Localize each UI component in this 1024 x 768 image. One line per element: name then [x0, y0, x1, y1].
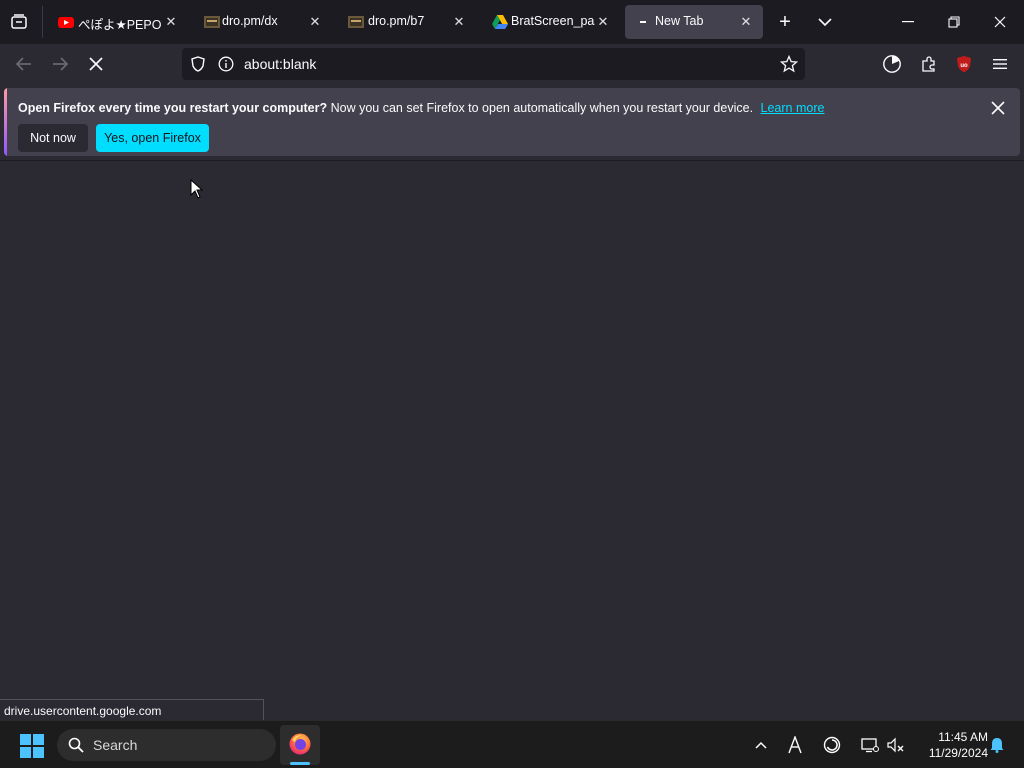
- firefox-view-icon[interactable]: [8, 11, 30, 33]
- taskbar-search-box[interactable]: Search: [57, 729, 276, 761]
- link-status-panel: drive.usercontent.google.com: [0, 699, 264, 721]
- close-window-icon[interactable]: [990, 12, 1010, 32]
- tab-label: dro.pm/b7: [368, 14, 425, 28]
- bookmark-star-icon[interactable]: [779, 54, 799, 74]
- not-now-button[interactable]: Not now: [18, 124, 88, 152]
- youtube-icon: [58, 14, 74, 30]
- infobar-message: Open Firefox every time you restart your…: [18, 101, 824, 115]
- page-content[interactable]: [0, 160, 1024, 720]
- minimize-icon[interactable]: [898, 12, 918, 32]
- forward-arrow-icon[interactable]: [50, 54, 70, 74]
- stop-loading-icon[interactable]: [86, 54, 106, 74]
- taskbar-clock[interactable]: 11:45 AM 11/29/2024: [912, 729, 988, 761]
- clock-date: 11/29/2024: [928, 746, 988, 760]
- windows-start-icon[interactable]: [20, 734, 44, 758]
- infobar-text: Now you can set Firefox to open automati…: [330, 101, 754, 115]
- restore-icon[interactable]: [944, 12, 964, 32]
- network-monitor-icon[interactable]: [860, 735, 880, 755]
- search-icon: [67, 736, 85, 754]
- ublock-origin-icon[interactable]: uo: [954, 54, 974, 74]
- windows-taskbar: Search 11:45 AM 11/29/2024: [0, 720, 1024, 768]
- new-tab-plus-icon[interactable]: +: [775, 11, 795, 33]
- default-browser-infobar: Open Firefox every time you restart your…: [4, 88, 1020, 156]
- tab-label: dro.pm/dx: [222, 14, 278, 28]
- tab-label: ぺぽよ★PEPOYO: [78, 18, 162, 32]
- close-tab-icon[interactable]: ✕: [162, 13, 180, 31]
- tab-youtube[interactable]: ぺぽよ★PEPOYO ✕: [48, 5, 186, 39]
- navigation-toolbar: about:blank uo: [0, 44, 1024, 84]
- font-a-icon[interactable]: [785, 734, 805, 756]
- url-text[interactable]: about:blank: [244, 56, 316, 72]
- infobar-accent-stripe: [4, 88, 7, 156]
- sync-app-icon[interactable]: [822, 735, 842, 755]
- volume-muted-icon[interactable]: [886, 735, 906, 755]
- active-app-indicator: [290, 762, 310, 765]
- list-all-tabs-chevron-icon[interactable]: [815, 12, 835, 32]
- learn-more-link[interactable]: Learn more: [761, 101, 825, 115]
- site-info-icon[interactable]: [216, 54, 236, 74]
- tab-divider: [42, 6, 43, 38]
- close-tab-icon[interactable]: ✕: [306, 13, 324, 31]
- search-placeholder: Search: [93, 737, 138, 753]
- tab-label: BratScreen_pass: [511, 14, 595, 28]
- firefox-account-icon[interactable]: [881, 53, 903, 75]
- tab-dro-b7[interactable]: dro.pm/b7 ✕: [338, 5, 476, 39]
- svg-text:uo: uo: [960, 63, 968, 69]
- mouse-cursor-icon: [190, 178, 204, 199]
- back-arrow-icon[interactable]: [14, 54, 34, 74]
- hamburger-menu-icon[interactable]: [990, 54, 1010, 74]
- url-bar[interactable]: about:blank: [182, 48, 805, 80]
- tab-strip: ぺぽよ★PEPOYO ✕ dro.pm/dx ✕ dro.pm/b7 ✕ Bra…: [0, 0, 1024, 44]
- tab-dro-dx[interactable]: dro.pm/dx ✕: [194, 5, 332, 39]
- site-thumbnail-icon: [348, 14, 364, 30]
- tab-google-drive[interactable]: BratScreen_pass ✕: [482, 5, 620, 39]
- tracking-protection-shield-icon[interactable]: [188, 54, 208, 74]
- close-tab-icon[interactable]: ✕: [594, 13, 612, 31]
- clock-time: 11:45 AM: [938, 730, 988, 744]
- chevron-up-icon[interactable]: [752, 736, 770, 754]
- tab-new-tab[interactable]: New Tab ✕: [625, 5, 763, 39]
- yes-open-firefox-button[interactable]: Yes, open Firefox: [96, 124, 209, 152]
- loading-dot-icon: [635, 14, 651, 30]
- notification-bell-icon[interactable]: [988, 736, 1006, 754]
- site-thumbnail-icon: [204, 14, 220, 30]
- google-drive-icon: [492, 14, 508, 30]
- tab-label: New Tab: [655, 14, 704, 28]
- firefox-taskbar-button[interactable]: [280, 725, 320, 765]
- close-tab-icon[interactable]: ✕: [450, 13, 468, 31]
- firefox-icon: [288, 732, 312, 756]
- infobar-title: Open Firefox every time you restart your…: [18, 101, 328, 115]
- close-infobar-icon[interactable]: [988, 98, 1008, 118]
- close-tab-icon[interactable]: ✕: [737, 13, 755, 31]
- extensions-puzzle-icon[interactable]: [918, 53, 940, 75]
